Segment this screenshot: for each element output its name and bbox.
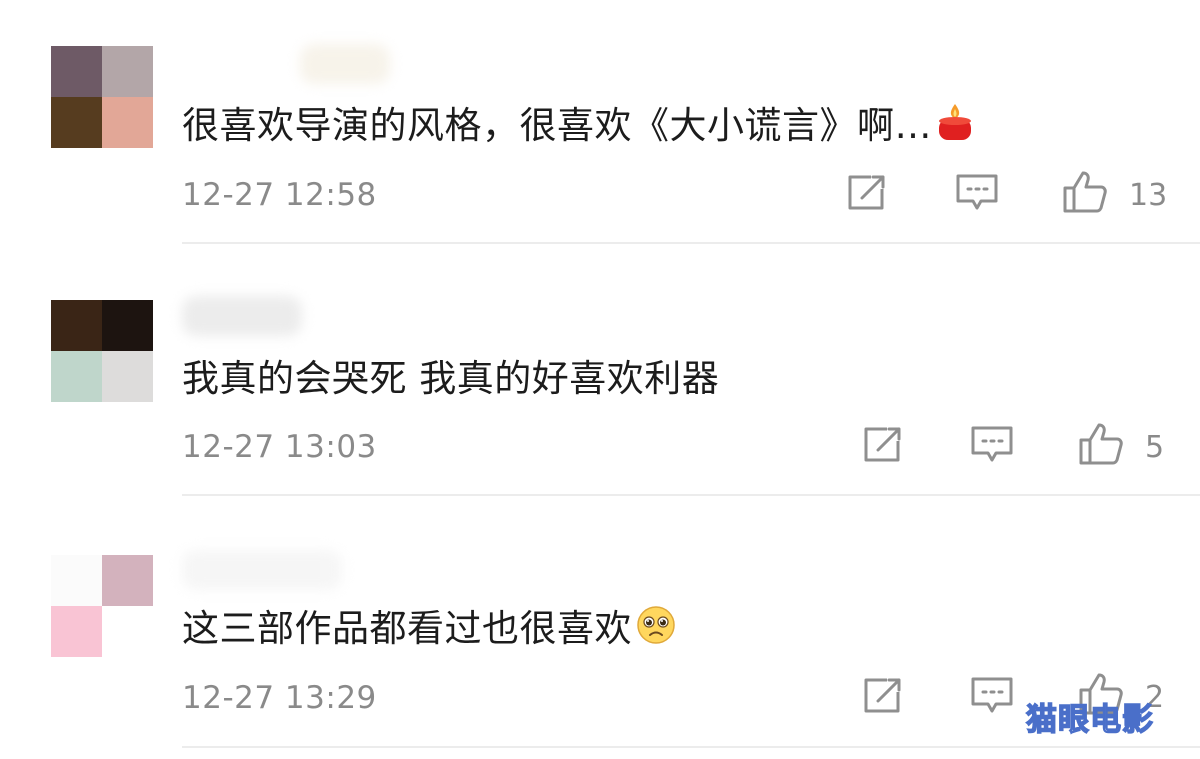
avatar-tile bbox=[102, 351, 153, 402]
divider bbox=[182, 746, 1200, 748]
maoyan-watermark: 猫眼电影 bbox=[1025, 701, 1154, 738]
avatar-tile bbox=[102, 300, 153, 351]
avatar-tile bbox=[51, 555, 102, 606]
comment-time: 12-27 13:29 bbox=[182, 680, 377, 716]
comment-time: 12-27 13:03 bbox=[182, 429, 377, 465]
comment-text-content: 我真的会哭死 我真的好喜欢利器 bbox=[182, 357, 720, 400]
share-icon bbox=[861, 425, 903, 469]
username-blurred[interactable] bbox=[182, 296, 302, 336]
comment-item: 这三部作品都看过也很喜欢 12-27 13:29 2 bbox=[0, 0, 1200, 748]
thumbs-up-icon bbox=[1078, 422, 1124, 470]
comment-icon bbox=[970, 675, 1014, 721]
comment-text: 我真的会哭死 我真的好喜欢利器 bbox=[182, 348, 719, 402]
avatar[interactable] bbox=[51, 555, 153, 657]
avatar-tile bbox=[51, 606, 102, 657]
reply-button[interactable] bbox=[970, 676, 1014, 720]
divider bbox=[182, 494, 1200, 496]
reply-button[interactable] bbox=[970, 425, 1014, 469]
comment-list: 很喜欢导演的风格，很喜欢《大小谎言》啊… 12-27 12:58 13 我真的会… bbox=[0, 0, 1200, 759]
avatar-tile bbox=[51, 351, 102, 402]
share-button[interactable] bbox=[860, 425, 904, 469]
share-icon bbox=[861, 676, 903, 720]
like-count: 5 bbox=[1145, 430, 1165, 465]
avatar-tile bbox=[102, 606, 153, 657]
comment-icon bbox=[970, 424, 1014, 470]
share-button[interactable] bbox=[860, 676, 904, 720]
comment-text-content: 这三部作品都看过也很喜欢 bbox=[182, 607, 632, 650]
pleading-face-emoji-icon bbox=[636, 605, 676, 654]
username-blurred[interactable] bbox=[182, 550, 342, 590]
avatar-tile bbox=[51, 300, 102, 351]
comment-text: 这三部作品都看过也很喜欢 bbox=[182, 598, 676, 654]
like-button[interactable] bbox=[1078, 422, 1124, 470]
avatar-tile bbox=[102, 555, 153, 606]
avatar[interactable] bbox=[51, 300, 153, 402]
